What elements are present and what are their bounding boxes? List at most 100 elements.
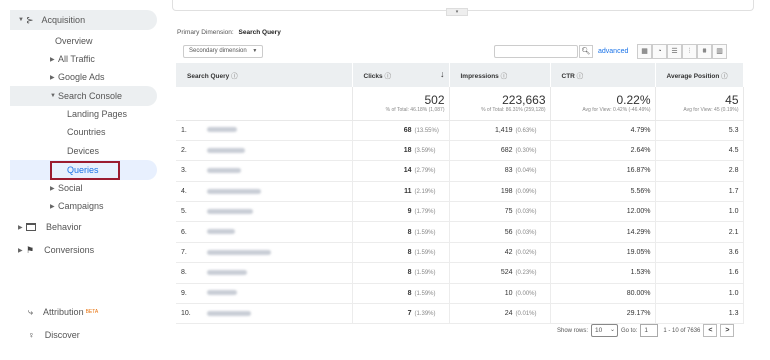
table-row[interactable]: 2. 18 (3.59%) 682 (0.30%) 2.64% 4.5: [176, 140, 744, 162]
advanced-filter-link[interactable]: advanced: [598, 48, 628, 55]
totals-ctr-value: 0.22%: [616, 93, 651, 107]
query-cell[interactable]: 4.: [176, 181, 353, 203]
clicks-percent: (1.59%): [414, 290, 436, 297]
sidebar-item-conversions[interactable]: ▶ ⚑ Conversions: [18, 240, 94, 260]
redacted-query-text[interactable]: [207, 270, 247, 276]
sidebar-item-behavior[interactable]: ▶ Behavior: [18, 217, 82, 237]
help-icon: ⓘ: [384, 73, 391, 80]
term-cloud-view-icon[interactable]: ⩩: [697, 44, 712, 59]
sidebar-item-discover[interactable]: ♀ Discover: [28, 325, 80, 345]
position-value: 1.3: [728, 310, 739, 318]
totals-position-sub: Avg for View: 45 (0.19%): [683, 107, 739, 113]
sidebar-item-landing-pages[interactable]: Landing Pages: [67, 104, 127, 124]
comparison-view-icon[interactable]: ⫶: [682, 44, 697, 59]
position-cell: 1.6: [655, 262, 744, 284]
totals-impressions-value: 223,663: [502, 93, 546, 107]
position-value: 1.7: [728, 187, 739, 195]
table-row[interactable]: 8. 8 (1.59%) 524 (0.23%) 1.53% 1.6: [176, 262, 744, 284]
redacted-query-text[interactable]: [207, 208, 253, 214]
primary-dimension-label: Primary Dimension:: [177, 29, 234, 36]
table-row[interactable]: 9. 8 (1.59%) 10 (0.00%) 80.00% 1.0: [176, 283, 744, 305]
analytics-report: ▼ ⊱ Acquisition Overview ▶ All Traffic ▶…: [0, 0, 770, 360]
secondary-dimension-select[interactable]: Secondary dimension ▼: [183, 45, 263, 58]
totals-clicks-sub: % of Total: 46.18% (1,087): [385, 107, 445, 113]
table-row[interactable]: 1. 68 (13.55%) 1,419 (0.63%) 4.79% 5.3: [176, 120, 744, 141]
table-row[interactable]: 10. 7 (1.39%) 24 (0.01%) 29.17% 1.3: [176, 303, 744, 325]
sidebar-item-google-ads[interactable]: ▶ Google Ads: [50, 67, 105, 87]
clicks-value: 68: [403, 126, 412, 134]
caret-down-icon: ▼: [50, 93, 56, 99]
impressions-value: 42: [504, 249, 513, 257]
redacted-query-text[interactable]: [207, 290, 237, 296]
table-search-input[interactable]: [494, 45, 578, 58]
column-header-query[interactable]: Search Query ⓘ: [176, 63, 353, 87]
table-view-icon[interactable]: ▦: [637, 44, 652, 59]
sidebar-item-search-console[interactable]: ▼ Search Console: [50, 86, 122, 106]
show-rows-select[interactable]: 10 ⌄: [591, 324, 619, 337]
table-row[interactable]: 3. 14 (2.79%) 83 (0.04%) 16.87% 2.8: [176, 160, 744, 182]
impressions-cell: 42 (0.02%): [449, 242, 551, 264]
sidebar-item-devices[interactable]: Devices: [67, 141, 99, 161]
sidebar-item-countries[interactable]: Countries: [67, 122, 106, 142]
query-cell[interactable]: 10.: [176, 303, 353, 325]
search-icon[interactable]: 🔍︎: [579, 45, 593, 58]
query-cell[interactable]: 1.: [176, 120, 353, 141]
totals-clicks-value: 502: [424, 93, 445, 107]
query-cell[interactable]: 2.: [176, 140, 353, 162]
clicks-percent: (13.55%): [414, 127, 439, 134]
sidebar-item-attribution[interactable]: ⤷ Attribution BETA: [28, 302, 98, 322]
ctr-cell: 4.79%: [550, 120, 656, 141]
redacted-query-text[interactable]: [207, 188, 261, 194]
pie-view-icon[interactable]: ◔: [652, 44, 667, 59]
clicks-cell: 14 (2.79%): [352, 160, 450, 182]
query-cell[interactable]: 7.: [176, 242, 353, 264]
caret-right-icon: ▶: [50, 74, 55, 81]
sidebar-item-all-traffic[interactable]: ▶ All Traffic: [50, 49, 95, 69]
goto-page-input[interactable]: 1: [640, 324, 659, 337]
previous-page-button[interactable]: <: [703, 324, 718, 337]
impressions-value: 56: [504, 228, 513, 236]
redacted-query-text[interactable]: [207, 127, 237, 133]
clicks-value: 9: [407, 208, 412, 216]
redacted-query-text[interactable]: [207, 147, 245, 153]
column-header-impressions[interactable]: Impressions ⓘ: [449, 63, 551, 87]
sidebar-item-campaigns[interactable]: ▶ Campaigns: [50, 196, 104, 216]
column-header-average-position[interactable]: Average Position ⓘ: [655, 63, 744, 87]
sidebar-item-label: Discover: [44, 330, 80, 340]
query-cell[interactable]: 8.: [176, 262, 353, 284]
position-cell: 1.0: [655, 283, 744, 305]
clicks-percent: (1.39%): [414, 311, 436, 318]
sidebar-item-overview[interactable]: Overview: [55, 31, 93, 51]
sidebar-item-acquisition[interactable]: ▼ ⊱ Acquisition: [18, 10, 85, 30]
redacted-query-text[interactable]: [207, 229, 235, 235]
column-header-ctr[interactable]: CTR ⓘ: [550, 63, 656, 87]
redacted-query-text[interactable]: [207, 168, 241, 174]
table-row[interactable]: 4. 11 (2.19%) 198 (0.09%) 5.56% 1.7: [176, 181, 744, 203]
header-label: Clicks: [363, 73, 383, 80]
ctr-cell: 80.00%: [550, 283, 656, 305]
clicks-value: 18: [403, 147, 412, 155]
query-cell[interactable]: 9.: [176, 283, 353, 305]
pivot-view-icon[interactable]: ▥: [712, 44, 727, 59]
table-row[interactable]: 7. 8 (1.59%) 42 (0.02%) 19.05% 3.6: [176, 242, 744, 264]
query-cell[interactable]: 3.: [176, 160, 353, 182]
sidebar-item-social[interactable]: ▶ Social: [50, 178, 83, 198]
performance-view-icon[interactable]: ☰: [667, 44, 682, 59]
clicks-value: 8: [407, 269, 412, 277]
column-header-clicks[interactable]: Clicks ⓘ ↓: [352, 63, 450, 87]
clicks-cell: 8 (1.59%): [352, 283, 450, 305]
impressions-cell: 198 (0.09%): [449, 181, 551, 203]
impressions-value: 682: [500, 147, 513, 155]
next-page-button[interactable]: >: [720, 324, 735, 337]
query-cell[interactable]: 6.: [176, 221, 353, 243]
collapse-tab[interactable]: ▾: [446, 8, 468, 16]
table-row[interactable]: 5. 9 (1.79%) 75 (0.03%) 12.00% 1.0: [176, 201, 744, 223]
impressions-cell: 56 (0.03%): [449, 221, 551, 243]
table-row[interactable]: 6. 8 (1.59%) 56 (0.03%) 14.29% 2.1: [176, 221, 744, 243]
redacted-query-text[interactable]: [207, 249, 271, 255]
clicks-value: 14: [403, 167, 412, 175]
position-cell: 2.8: [655, 160, 744, 182]
secondary-dimension-label: Secondary dimension: [189, 48, 247, 54]
query-cell[interactable]: 5.: [176, 201, 353, 223]
redacted-query-text[interactable]: [207, 310, 251, 316]
